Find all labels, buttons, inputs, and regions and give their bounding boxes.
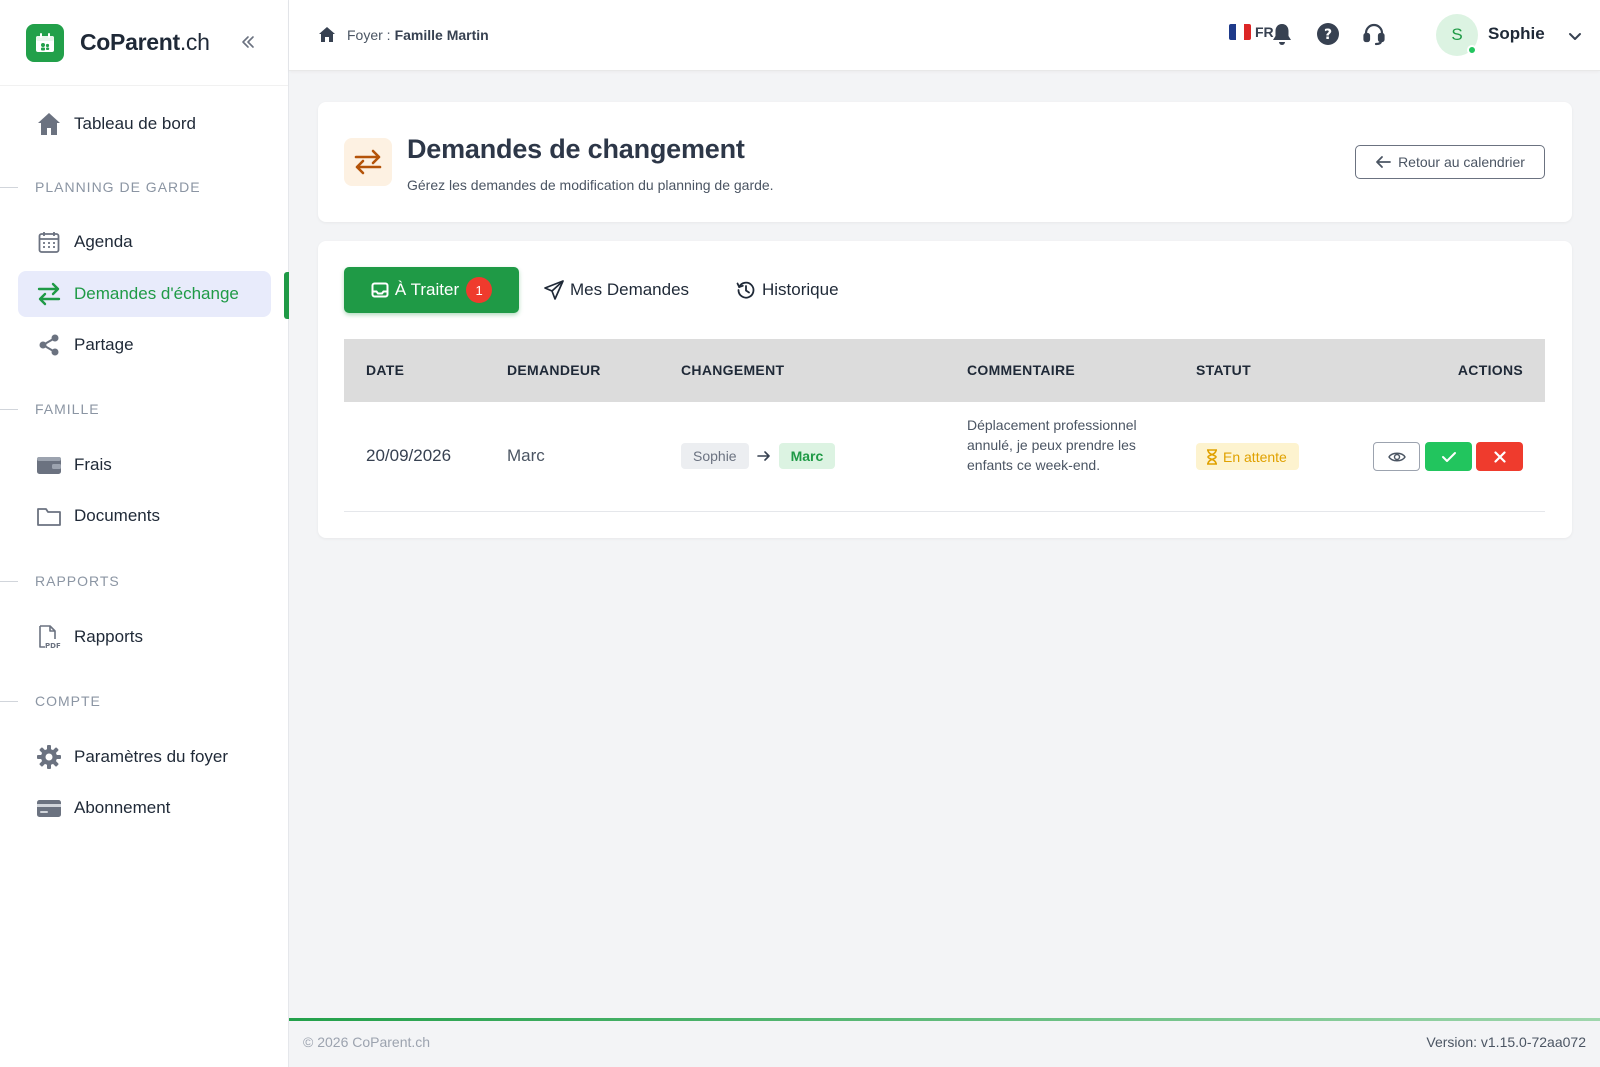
sidebar-item-label: Abonnement xyxy=(74,798,171,817)
column-header-comment: COMMENTAIRE xyxy=(967,362,1076,378)
reject-request-button[interactable] xyxy=(1476,442,1523,471)
breadcrumb-prefix: Foyer : xyxy=(347,27,391,43)
language-selector[interactable]: FR xyxy=(1229,24,1274,40)
avatar[interactable]: S xyxy=(1436,14,1478,56)
sidebar-item-label: Agenda xyxy=(74,232,133,251)
sidebar-item-label: Frais xyxy=(74,455,112,474)
eye-icon xyxy=(1387,452,1406,461)
sidebar-item-label: Documents xyxy=(74,506,160,525)
breadcrumb-household: Famille Martin xyxy=(394,27,489,43)
inbox-icon xyxy=(371,282,389,298)
share-icon xyxy=(36,332,62,358)
footer: © 2026 CoParent.ch Version: v1.15.0-72aa… xyxy=(289,1018,1600,1067)
pdf-file-icon: PDF xyxy=(36,624,62,650)
swap-icon xyxy=(344,138,392,186)
sidebar-item-dashboard[interactable]: Tableau de bord xyxy=(18,101,271,147)
column-header-date: DATE xyxy=(366,362,405,378)
column-header-actions: ACTIONS xyxy=(1457,362,1523,378)
table-header: DATE DEMANDEUR CHANGEMENT COMMENTAIRE ST… xyxy=(344,339,1545,402)
online-status-dot xyxy=(1467,45,1477,55)
change-to-badge: Marc xyxy=(778,443,836,469)
table-row: 20/09/2026 Marc Sophie Marc Déplacement … xyxy=(344,402,1545,512)
home-icon xyxy=(36,111,62,137)
copyright: © 2026 CoParent.ch xyxy=(303,1034,431,1050)
topbar: Foyer : Famille Martin FR ? S Sophie xyxy=(289,0,1600,71)
history-icon xyxy=(736,281,755,299)
calendar-icon xyxy=(36,229,62,255)
headset-support-icon[interactable] xyxy=(1360,20,1388,48)
tab-historique[interactable]: Historique xyxy=(736,267,839,313)
change-from-badge: Sophie xyxy=(681,443,749,469)
sidebar-item-rapports[interactable]: PDF Rapports xyxy=(18,614,271,660)
section-rapports: RAPPORTS xyxy=(0,572,289,592)
close-icon xyxy=(1493,450,1506,463)
active-indicator xyxy=(284,272,289,319)
section-famille: FAMILLE xyxy=(0,400,289,420)
page-header-card: Demandes de changement Gérez les demande… xyxy=(318,102,1572,222)
tab-a-traiter[interactable]: À Traiter 1 xyxy=(344,267,519,313)
arrow-left-icon xyxy=(1376,156,1391,168)
sidebar: CoParent.ch Tableau de bord PLANNING DE … xyxy=(0,0,289,1067)
wallet-icon xyxy=(36,452,62,478)
breadcrumb[interactable]: Foyer : Famille Martin xyxy=(317,25,489,45)
arrow-right-icon xyxy=(756,450,771,462)
swap-icon xyxy=(36,281,62,307)
column-header-change: CHANGEMENT xyxy=(681,362,785,378)
gear-icon xyxy=(36,744,62,770)
tab-label: Mes Demandes xyxy=(570,280,690,299)
folder-icon xyxy=(36,503,62,529)
sidebar-item-parametres[interactable]: Paramètres du foyer xyxy=(18,734,271,780)
column-header-requester: DEMANDEUR xyxy=(507,362,601,378)
hourglass-icon xyxy=(1207,448,1217,465)
section-planning: PLANNING DE GARDE xyxy=(0,178,289,198)
sidebar-item-demandes[interactable]: Demandes d'échange xyxy=(18,271,271,317)
svg-text:PDF: PDF xyxy=(45,642,61,650)
france-flag-icon xyxy=(1229,24,1251,40)
help-icon[interactable]: ? xyxy=(1314,20,1342,48)
version-label: Version: v1.15.0-72aa072 xyxy=(1426,1034,1586,1050)
tab-label: Historique xyxy=(762,280,839,299)
sidebar-item-frais[interactable]: Frais xyxy=(18,442,271,488)
column-header-status: STATUT xyxy=(1196,362,1251,378)
sidebar-item-agenda[interactable]: Agenda xyxy=(18,219,271,265)
sidebar-item-label: Tableau de bord xyxy=(74,114,196,133)
sidebar-item-documents[interactable]: Documents xyxy=(18,493,271,539)
user-name[interactable]: Sophie xyxy=(1488,24,1545,44)
view-request-button[interactable] xyxy=(1373,442,1420,471)
page-subtitle: Gérez les demandes de modification du pl… xyxy=(407,177,774,193)
tab-mes-demandes[interactable]: Mes Demandes xyxy=(544,267,689,313)
paper-plane-icon xyxy=(544,280,564,300)
sidebar-item-label: Paramètres du foyer xyxy=(74,747,229,766)
sidebar-item-label: Partage xyxy=(74,335,134,354)
status-badge: En attente xyxy=(1196,443,1299,470)
check-icon xyxy=(1441,451,1456,462)
page-title: Demandes de changement xyxy=(407,134,745,164)
row-date: 20/09/2026 xyxy=(366,446,452,465)
sidebar-item-abonnement[interactable]: Abonnement xyxy=(18,785,271,831)
sidebar-item-label: Rapports xyxy=(74,627,143,646)
sidebar-item-partage[interactable]: Partage xyxy=(18,322,271,368)
row-change: Sophie Marc xyxy=(681,443,836,469)
section-compte: COMPTE xyxy=(0,692,289,712)
credit-card-icon xyxy=(36,795,62,821)
bell-icon[interactable] xyxy=(1268,20,1296,48)
tab-label: À Traiter xyxy=(394,280,460,299)
brand-name: CoParent.ch xyxy=(80,29,210,55)
chevron-down-icon[interactable] xyxy=(1565,26,1585,46)
calendar-logo-icon xyxy=(26,23,64,62)
collapse-sidebar-icon[interactable] xyxy=(236,30,260,54)
svg-text:?: ? xyxy=(1324,27,1332,43)
sidebar-item-label: Demandes d'échange xyxy=(74,284,239,303)
pending-count-badge: 1 xyxy=(466,277,493,303)
row-requester: Marc xyxy=(507,446,545,465)
home-icon xyxy=(319,27,335,42)
requests-card: À Traiter 1 Mes Demandes Historique DATE… xyxy=(318,241,1572,538)
accept-request-button[interactable] xyxy=(1425,442,1472,471)
back-to-calendar-button[interactable]: Retour au calendrier xyxy=(1355,145,1545,179)
row-comment: Déplacement professionnel annulé, je peu… xyxy=(967,417,1137,473)
